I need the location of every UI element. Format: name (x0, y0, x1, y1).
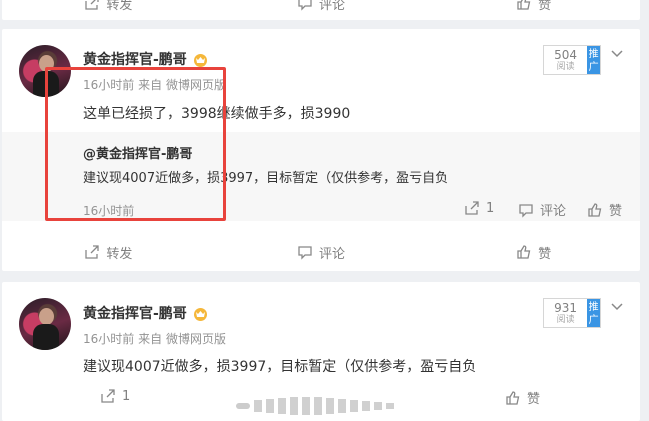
read-count-label: 阅读 (556, 315, 575, 325)
loading-bar (278, 398, 286, 414)
crown-badge-icon (193, 53, 207, 67)
repost-button[interactable]: 1 (100, 388, 130, 404)
read-count-label: 阅读 (556, 62, 575, 72)
loading-bar (314, 397, 322, 415)
loading-bar (236, 403, 250, 409)
promote-button[interactable]: 推广 (587, 46, 600, 74)
post-text: 这单已经损了，3998继续做手多，损3990 (83, 106, 351, 122)
action-bar: 转发 评论 赞 (2, 0, 640, 20)
author-name[interactable]: 黄金指挥官-鹏哥 (83, 49, 209, 69)
read-count-number: 504 (554, 48, 578, 62)
loading-bar (326, 398, 334, 414)
avatar[interactable] (19, 298, 71, 350)
thumbs-up-icon (517, 245, 531, 259)
thumbs-up-icon (506, 390, 520, 405)
feed-card-previous: 转发 评论 赞 (2, 0, 640, 20)
post-source[interactable]: 微博网页版 (166, 332, 226, 346)
source-prefix: 来自 (138, 332, 163, 346)
post-meta: 16小时前 来自 微博网页版 (83, 330, 226, 347)
loading-bar (302, 397, 310, 415)
read-count: 931 阅读 (544, 299, 587, 327)
reposted-like-button[interactable]: 赞 (587, 200, 622, 219)
crown-badge-icon (193, 307, 207, 321)
comment-button[interactable]: 评论 (215, 0, 428, 13)
share-icon (85, 245, 99, 259)
repost-button[interactable]: 转发 (2, 243, 215, 262)
post-meta: 16小时前 来自 微博网页版 (83, 76, 226, 93)
loading-bar (266, 399, 274, 413)
read-count-badge: 504 阅读 推广 (543, 45, 601, 75)
reposted-time[interactable]: 16小时前 (83, 202, 134, 219)
share-icon (101, 389, 115, 403)
loading-bar (362, 401, 370, 411)
post-source[interactable]: 微博网页版 (166, 78, 226, 92)
comment-icon (298, 246, 312, 260)
read-count-badge: 931 阅读 推广 (543, 298, 601, 328)
promote-button[interactable]: 推广 (587, 299, 600, 327)
reposted-author[interactable]: @黄金指挥官-鹏哥 (83, 143, 192, 162)
avatar-body (33, 71, 59, 97)
share-icon (85, 0, 99, 10)
author-name-text: 黄金指挥官-鹏哥 (83, 52, 187, 68)
share-icon (465, 201, 479, 215)
repost-label: 转发 (106, 246, 133, 262)
reposted-comment-label: 评论 (540, 204, 567, 219)
chevron-down-icon[interactable] (610, 47, 624, 61)
reposted-text: 建议现4007近做多，损3997，目标暂定（仅供参考，盈亏自负 (83, 171, 449, 186)
comment-label: 评论 (319, 0, 346, 13)
post-time[interactable]: 16小时前 (83, 332, 134, 346)
feed-card: 黄金指挥官-鹏哥 16小时前 来自 微博网页版 这单已经损了，3998继续做手多… (2, 29, 640, 271)
loading-indicator (236, 396, 394, 416)
comment-label: 评论 (319, 246, 346, 262)
weibo-feed: 转发 评论 赞 黄金指挥官-鹏哥 16小时前 来自 微博网页版 这单已经损了，3… (0, 0, 649, 421)
avatar[interactable] (19, 45, 71, 97)
loading-bar (338, 399, 346, 413)
loading-bar (290, 397, 298, 415)
post-text: 建议现4007近做多，损3997，目标暂定（仅供参考，盈亏自负 (83, 359, 477, 375)
like-label: 赞 (538, 246, 552, 262)
avatar-head (39, 55, 54, 72)
thumbs-up-icon (517, 0, 531, 10)
comment-button[interactable]: 评论 (215, 243, 428, 262)
reposted-repost-button[interactable]: 1 (464, 200, 494, 216)
source-prefix: 来自 (138, 78, 163, 92)
reposted-repost-count: 1 (486, 200, 495, 216)
repost-button[interactable]: 转发 (2, 0, 215, 13)
comment-icon (298, 0, 312, 11)
like-button[interactable]: 赞 (427, 243, 640, 262)
read-count-number: 931 (554, 301, 578, 315)
author-name[interactable]: 黄金指挥官-鹏哥 (83, 303, 209, 323)
read-count: 504 阅读 (544, 46, 587, 74)
reposted-comment-button[interactable]: 评论 (518, 200, 566, 219)
comment-icon (519, 203, 533, 218)
thumbs-up-icon (588, 202, 602, 217)
loading-bar (350, 400, 358, 412)
like-button[interactable]: 赞 (505, 388, 540, 407)
like-button[interactable]: 赞 (427, 0, 640, 13)
repost-count: 1 (122, 388, 131, 404)
avatar-head (39, 308, 54, 325)
chevron-down-icon[interactable] (610, 300, 624, 314)
loading-bar (386, 403, 394, 409)
post-time[interactable]: 16小时前 (83, 78, 134, 92)
repost-label: 转发 (106, 0, 133, 13)
author-name-text: 黄金指挥官-鹏哥 (83, 306, 187, 322)
reposted-like-label: 赞 (609, 204, 623, 219)
loading-bar (374, 402, 382, 410)
reposted-content: @黄金指挥官-鹏哥 建议现4007近做多，损3997，目标暂定（仅供参考，盈亏自… (2, 132, 640, 221)
loading-bar (254, 400, 262, 412)
like-label: 赞 (527, 392, 541, 407)
like-label: 赞 (538, 0, 552, 13)
action-bar: 转发 评论 赞 (2, 235, 640, 269)
avatar-body (33, 324, 59, 350)
